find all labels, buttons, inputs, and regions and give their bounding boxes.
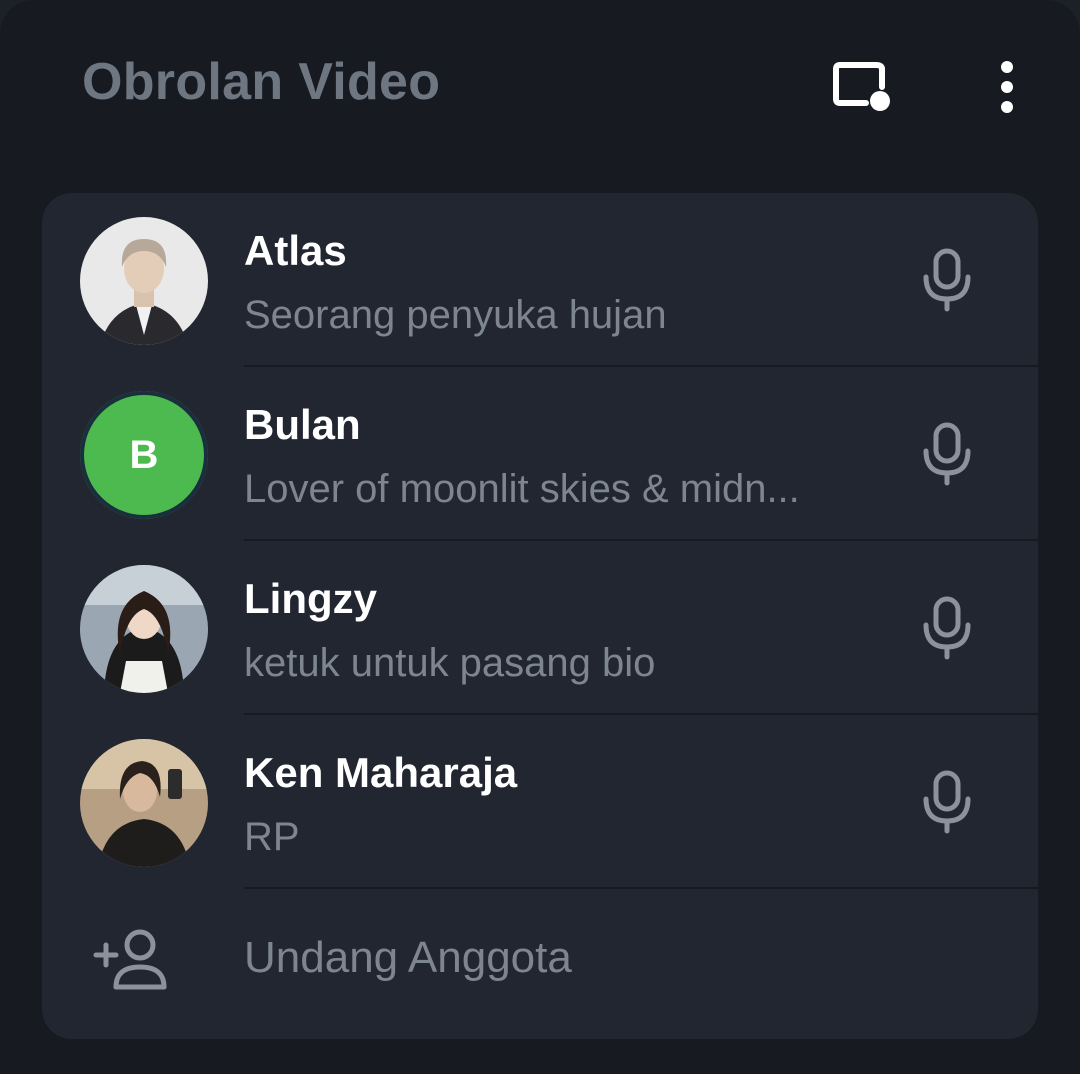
participants-panel: Atlas Seorang penyuka hujan B Bulan Love… (42, 193, 1038, 1039)
mic-button[interactable] (912, 593, 982, 663)
participant-bio: Lover of moonlit skies & midn... (244, 467, 800, 511)
more-options-button[interactable] (972, 52, 1042, 122)
participant-row-atlas[interactable]: Atlas Seorang penyuka hujan (42, 193, 1038, 367)
header: Obrolan Video (0, 0, 1080, 170)
mic-button[interactable] (912, 245, 982, 315)
participant-name: Ken Maharaja (244, 749, 518, 796)
participant-name: Bulan (244, 401, 361, 448)
more-vertical-icon (1001, 61, 1013, 113)
participant-bio: RP (244, 815, 300, 859)
participant-row-bulan[interactable]: B Bulan Lover of moonlit skies & midn... (42, 367, 1038, 541)
microphone-icon (923, 422, 971, 486)
participant-bio: ketuk untuk pasang bio (244, 641, 656, 685)
page-title: Obrolan Video (82, 53, 441, 111)
mic-button[interactable] (912, 419, 982, 489)
participant-bio: Seorang penyuka hujan (244, 293, 667, 337)
avatar (80, 739, 208, 867)
participant-row-lingzy[interactable]: Lingzy ketuk untuk pasang bio (42, 541, 1038, 715)
participant-name: Atlas (244, 227, 347, 274)
avatar: B (80, 391, 208, 519)
picture-in-picture-icon (833, 62, 890, 111)
invite-label: Undang Anggota (244, 933, 572, 982)
participant-row-ken-maharaja[interactable]: Ken Maharaja RP (42, 715, 1038, 889)
participant-name: Lingzy (244, 575, 377, 622)
avatar-letter: B (129, 432, 159, 477)
invite-members-button[interactable]: Undang Anggota (42, 889, 1038, 1039)
avatar (80, 565, 208, 693)
microphone-icon (923, 596, 971, 660)
add-user-icon (92, 925, 172, 995)
microphone-icon (923, 770, 971, 834)
picture-in-picture-button[interactable] (828, 52, 898, 122)
microphone-icon (923, 248, 971, 312)
video-chat-sheet: Obrolan Video Atlas Seorang penyuka huja… (0, 0, 1080, 1074)
avatar (80, 217, 208, 345)
mic-button[interactable] (912, 767, 982, 837)
